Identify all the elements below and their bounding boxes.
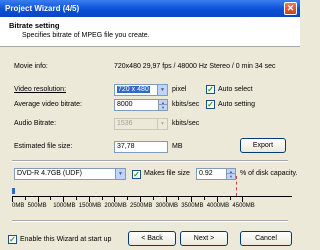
chevron-down-icon: ▼: [157, 119, 167, 129]
page-subtitle: Specifies bitrate of MPEG file you creat…: [22, 32, 150, 39]
video-resolution-dropdown[interactable]: 720 x 480 ▼: [114, 84, 168, 96]
next-button[interactable]: Next >: [180, 231, 228, 246]
ruler-minor-tick: [204, 197, 205, 200]
spin-arrows-icon[interactable]: ▲ ▼: [158, 100, 167, 110]
wizard-header: Bitrate setting Specifies bitrate of MPE…: [0, 17, 300, 47]
auto-select-label: Auto select: [218, 86, 253, 93]
ruler-tick: [165, 197, 167, 202]
ruler-minor-tick: [76, 197, 77, 200]
estimated-file-size-value: 37,78: [117, 143, 135, 150]
makes-file-size-label: Makes file size: [144, 170, 190, 177]
ruler-tick: [114, 197, 116, 202]
divider: [12, 160, 288, 162]
close-icon: ✕: [286, 3, 295, 13]
ruler-tick: [37, 197, 39, 202]
ruler-minor-tick: [152, 197, 154, 200]
ruler-label: 4500MB: [232, 203, 255, 209]
ruler-tick: [12, 197, 13, 202]
makes-file-size-checkbox[interactable]: ✓: [132, 170, 141, 179]
ruler-minor-tick: [229, 197, 231, 200]
ruler-minor-tick: [50, 197, 52, 200]
ruler-minor-tick: [101, 197, 103, 200]
back-button[interactable]: < Back: [128, 231, 176, 246]
export-button[interactable]: Export: [240, 138, 286, 153]
avg-video-bitrate-label: Average video bitrate:: [14, 101, 82, 108]
disk-usage-bar: [12, 188, 15, 194]
ruler-label: 1000MB: [53, 203, 76, 209]
chevron-down-icon[interactable]: ▼: [115, 169, 125, 179]
checkmark-icon: ✓: [207, 100, 214, 109]
audio-bitrate-unit: kbits/sec: [172, 120, 200, 127]
audio-bitrate-label: Audio Bitrate:: [14, 120, 57, 127]
audio-bitrate-dropdown: 1536 ▼: [114, 118, 168, 130]
window-title: Project Wizard (4/5): [5, 4, 80, 13]
project-wizard-window: Project Wizard (4/5) ✕ Bitrate setting S…: [0, 0, 300, 250]
ruler-label: 4000MB: [206, 203, 230, 209]
chevron-down-icon[interactable]: ▼: [157, 85, 167, 95]
ruler-tick: [191, 197, 193, 202]
estimated-file-size-label: Estimated file size:: [14, 143, 73, 150]
page-title: Bitrate setting: [9, 21, 60, 30]
auto-select-checkbox[interactable]: ✓: [206, 85, 215, 94]
avg-video-bitrate-input[interactable]: 8000 ▲ ▼: [114, 99, 168, 111]
estimated-file-size-field[interactable]: 37,78: [114, 141, 168, 153]
video-resolution-label: Video resolution:: [14, 86, 67, 93]
ruler-label: 2000MB: [104, 203, 127, 209]
ruler-minor-tick: [24, 197, 26, 200]
estimated-file-size-unit: MB: [172, 143, 183, 150]
disk-capacity-value: 0.92: [199, 170, 213, 177]
video-resolution-unit: pixel: [172, 86, 187, 93]
enable-wizard-checkbox[interactable]: ✓: [8, 235, 17, 244]
video-resolution-value: 720 x 480: [117, 86, 150, 93]
disc-type-value: DVD-R 4.7GB (UDF): [17, 170, 82, 177]
ruler-tick: [88, 197, 90, 202]
enable-wizard-label: Enable this Wizard at start up: [20, 236, 112, 243]
auto-setting-checkbox[interactable]: ✓: [206, 100, 215, 109]
divider: [12, 220, 288, 222]
ruler-tick: [63, 197, 65, 202]
ruler-label: 3000MB: [155, 203, 178, 209]
ruler-tick: [242, 197, 244, 202]
checkmark-icon: ✓: [9, 235, 16, 244]
ruler-tick: [216, 197, 218, 202]
checkmark-icon: ✓: [207, 85, 214, 94]
disk-capacity-label: % of disk capacity.: [240, 170, 298, 177]
close-button[interactable]: ✕: [284, 2, 297, 15]
movie-info-label: Movie info:: [14, 63, 48, 70]
capacity-ruler: 0MB 500MB 1000MB 1500MB 2000MB 2500MB 3000MB 35…: [12, 196, 292, 210]
auto-setting-label: Auto setting: [218, 101, 255, 108]
cancel-button[interactable]: Cancel: [240, 231, 292, 246]
disc-capacity-marker: [236, 176, 237, 196]
ruler-minor-tick: [178, 197, 180, 200]
avg-video-bitrate-unit: kbits/sec: [172, 101, 200, 108]
ruler-label: 2500MB: [130, 203, 153, 209]
disc-type-dropdown[interactable]: DVD-R 4.7GB (UDF) ▼: [14, 168, 126, 180]
ruler-label: 1500MB: [78, 203, 102, 209]
audio-bitrate-value: 1536: [117, 120, 133, 127]
ruler-label: 500MB: [27, 203, 47, 209]
ruler-label: 0MB: [12, 203, 25, 209]
ruler-minor-tick: [127, 197, 129, 200]
ruler-tick: [140, 197, 141, 202]
checkmark-icon: ✓: [133, 170, 140, 179]
ruler-label: 3500MB: [181, 203, 204, 209]
avg-video-bitrate-value: 8000: [117, 101, 133, 108]
spin-arrows-icon[interactable]: ▲ ▼: [226, 169, 235, 179]
movie-info-value: 720x480 29,97 fps / 48000 Hz Stereo / 0 …: [114, 63, 276, 70]
disk-capacity-input[interactable]: 0.92 ▲ ▼: [196, 168, 236, 180]
title-bar[interactable]: Project Wizard (4/5) ✕: [0, 0, 300, 17]
